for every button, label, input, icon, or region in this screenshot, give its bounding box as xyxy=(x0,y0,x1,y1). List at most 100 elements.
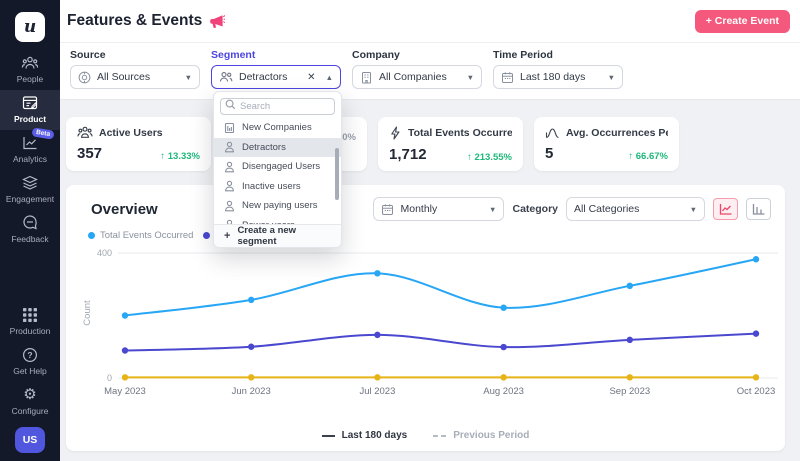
stat-delta: ↑ 213.55% xyxy=(467,152,512,163)
building-icon xyxy=(360,71,373,84)
segment-select[interactable]: Detractors ✕ ▲ xyxy=(211,65,341,89)
close-icon[interactable]: ✕ xyxy=(307,72,315,83)
svg-text:?: ? xyxy=(27,350,32,360)
bar-chart-icon xyxy=(752,203,766,215)
sidebar-item-configure[interactable]: ⚙ Configure xyxy=(0,382,60,422)
create-segment-button[interactable]: + Create a new segment xyxy=(214,224,341,247)
lightning-icon xyxy=(389,126,402,140)
sidebar-item-people[interactable]: People xyxy=(0,50,60,90)
segment-option-label: Detractors xyxy=(242,141,286,153)
sidebar-item-label: Get Help xyxy=(13,366,47,376)
sidebar-item-get-help[interactable]: ? Get Help xyxy=(0,342,60,382)
segment-option[interactable]: Inactive users xyxy=(214,177,341,197)
legend-label: Total Events Occurred xyxy=(100,230,194,241)
sidebar-item-label: Product xyxy=(13,114,47,124)
stat-title: Active Users xyxy=(99,126,163,139)
create-event-button[interactable]: + Create Event xyxy=(694,9,790,33)
segment-option[interactable]: Detractors xyxy=(214,137,341,157)
segment-option[interactable]: Disengaged Users xyxy=(214,157,341,177)
segment-option[interactable]: New Companies xyxy=(214,118,341,138)
sidebar-item-label: People xyxy=(16,74,44,84)
legend-dot xyxy=(88,232,95,239)
chevron-down-icon: ▼ xyxy=(607,72,615,82)
analytics-icon: Beta xyxy=(21,127,55,151)
page-title: Features & Events xyxy=(67,12,226,30)
chevron-down-icon: ▼ xyxy=(184,72,192,82)
users-icon xyxy=(219,71,233,83)
stat-delta: ↑ 13.33% xyxy=(160,151,200,162)
granularity-select[interactable]: Monthly ▼ xyxy=(373,197,505,221)
svg-text:May 2023: May 2023 xyxy=(104,386,146,397)
chevron-up-icon: ▲ xyxy=(325,72,333,82)
segment-option-label: New Companies xyxy=(242,122,312,134)
legend-label: Previous Period xyxy=(453,430,530,441)
app-window: u People Product Beta Analytics Engageme… xyxy=(0,0,800,461)
sidebar-item-feedback[interactable]: Feedback xyxy=(0,210,60,250)
user-icon xyxy=(224,141,235,153)
chevron-down-icon: ▼ xyxy=(466,72,474,82)
segment-options-list: New Companies Detractors Disengaged Users I… xyxy=(214,118,341,224)
sidebar-item-label: Engagement xyxy=(5,194,55,204)
select-value: All Categories xyxy=(574,203,640,215)
user-icon xyxy=(224,180,235,192)
line-chart-toggle[interactable] xyxy=(713,198,738,220)
help-icon: ? xyxy=(22,347,38,363)
scrollbar-thumb[interactable] xyxy=(335,148,339,200)
overview-chart: 0 400 Count May 2023 Jun 2023 Jul 2023 Aug 202… xyxy=(82,248,778,397)
legend-label: Last 180 days xyxy=(341,430,408,441)
segment-dropdown: New Companies Detractors Disengaged Users I… xyxy=(213,91,342,248)
stat-card-avg-occurrences: Avg. Occurrences Per User 5 ↑ 66.67% xyxy=(534,117,679,171)
legend-current-period: Last 180 days xyxy=(321,430,408,441)
series-legend-item[interactable]: Total Events Occurred xyxy=(88,230,193,241)
stat-value: 1,712 xyxy=(389,146,427,163)
line-chart-icon xyxy=(719,203,733,215)
user-icon xyxy=(224,161,235,173)
create-segment-label: Create a new segment xyxy=(237,225,297,247)
filter-label: Time Period xyxy=(493,49,553,61)
company-icon xyxy=(224,122,235,134)
users-group-icon xyxy=(77,126,93,139)
segment-option[interactable]: New paying users xyxy=(214,196,341,216)
select-value: Monthly xyxy=(400,203,438,215)
megaphone-icon xyxy=(209,14,226,29)
sidebar: u People Product Beta Analytics Engageme… xyxy=(0,0,60,461)
filter-bar: Source All Sources ▼ Segment Detractors … xyxy=(60,43,800,100)
svg-text:Aug 2023: Aug 2023 xyxy=(483,386,524,397)
source-select[interactable]: All Sources ▼ xyxy=(70,65,200,89)
sidebar-item-analytics[interactable]: Beta Analytics xyxy=(0,127,60,170)
plus-icon: + xyxy=(224,230,231,242)
select-value: Detractors xyxy=(239,71,288,83)
category-label: Category xyxy=(512,203,558,215)
sidebar-item-production[interactable]: Production xyxy=(0,302,60,342)
sidebar-item-label: Feedback xyxy=(11,234,49,244)
sidebar-item-product[interactable]: Product xyxy=(0,90,60,130)
sidebar-item-label: Analytics xyxy=(12,154,47,164)
source-icon xyxy=(78,71,91,84)
stat-title: Total Events Occurred xyxy=(408,127,512,139)
segment-option-label: Power users xyxy=(242,220,295,224)
stat-card-total-events: Total Events Occurred 1,712 ↑ 213.55% xyxy=(378,117,523,171)
filter-time-period: Time Period Last 180 days ▼ xyxy=(493,49,623,89)
user-avatar[interactable]: US xyxy=(15,427,45,453)
search-input[interactable] xyxy=(220,98,335,115)
category-select[interactable]: All Categories ▼ xyxy=(566,197,705,221)
sidebar-item-engagement[interactable]: Engagement xyxy=(0,170,60,210)
calendar-icon xyxy=(381,203,394,216)
bar-chart-toggle[interactable] xyxy=(746,198,771,220)
user-icon xyxy=(224,219,235,224)
dashed-line-swatch xyxy=(433,434,447,437)
svg-text:Sep 2023: Sep 2023 xyxy=(609,386,650,397)
company-select[interactable]: All Companies ▼ xyxy=(352,65,482,89)
people-icon xyxy=(21,55,39,71)
gear-icon: ⚙ xyxy=(23,386,37,403)
segment-option[interactable]: Power users xyxy=(214,216,341,224)
user-icon xyxy=(224,200,235,212)
svg-text:Oct 2023: Oct 2023 xyxy=(737,386,776,397)
stat-card-active-users: Active Users 357 ↑ 13.33% xyxy=(66,117,211,171)
userpilot-logo[interactable]: u xyxy=(15,12,45,42)
filter-label: Source xyxy=(70,49,106,61)
search-icon xyxy=(225,99,236,110)
filter-source: Source All Sources ▼ xyxy=(70,49,200,89)
legend-previous-period: Previous Period xyxy=(433,430,529,441)
time-period-select[interactable]: Last 180 days ▼ xyxy=(493,65,623,89)
